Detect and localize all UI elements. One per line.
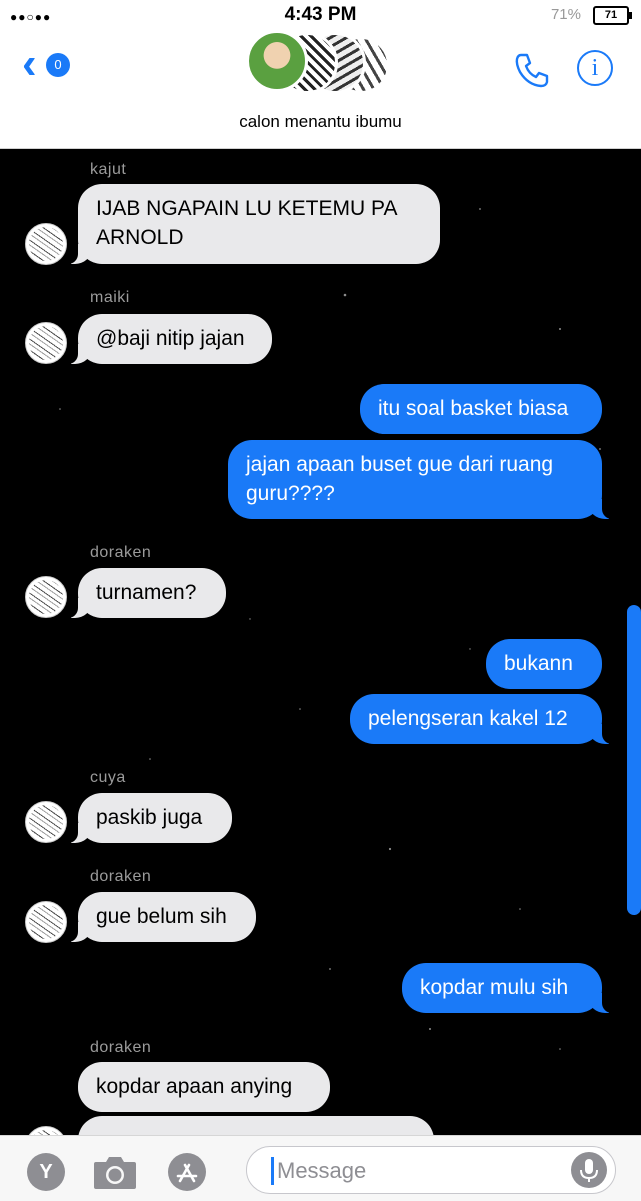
sender-avatar: [25, 322, 67, 364]
incoming-message-partial[interactable]: [78, 1116, 434, 1135]
incoming-message[interactable]: IJAB NGAPAIN LU KETEMU PA ARNOLD: [68, 184, 440, 264]
app-store-icon: [176, 1163, 198, 1183]
conversation-header: ●●○●● 4:43 PM 71% 71 ‹ 0 calon menantu i…: [0, 0, 641, 149]
message-placeholder: Message: [277, 1158, 367, 1183]
apps-button[interactable]: Y: [27, 1153, 65, 1191]
phone-call-button[interactable]: [512, 50, 552, 90]
dictation-button[interactable]: [571, 1152, 607, 1188]
chat-title[interactable]: calon menantu ibumu: [0, 112, 641, 132]
sender-name: cuya: [90, 769, 126, 786]
text-caret: [271, 1157, 274, 1185]
sender-avatar: [25, 223, 67, 265]
status-time: 4:43 PM: [284, 4, 357, 25]
app-store-button[interactable]: [168, 1153, 206, 1191]
outgoing-message[interactable]: itu soal basket biasa: [360, 384, 602, 434]
battery-icon: 71: [593, 6, 632, 25]
sender-avatar: [25, 576, 67, 618]
info-button[interactable]: i: [577, 50, 613, 86]
composer-bar: Y Message: [0, 1135, 641, 1201]
back-chevron-icon: ‹: [22, 39, 37, 88]
sender-name: doraken: [90, 544, 152, 561]
unread-count-badge: 0: [46, 53, 70, 77]
camera-button[interactable]: [92, 1154, 138, 1190]
group-avatars[interactable]: [246, 30, 396, 102]
back-button[interactable]: ‹ 0: [22, 42, 82, 88]
outgoing-message[interactable]: bukann: [486, 639, 602, 689]
camera-icon: [94, 1157, 136, 1189]
incoming-message[interactable]: @baji nitip jajan: [68, 314, 272, 364]
group-member-avatar: [246, 30, 308, 92]
sender-name: doraken: [90, 868, 152, 885]
sender-avatar: [25, 901, 67, 943]
sender-name: kajut: [90, 161, 127, 178]
outgoing-message[interactable]: pelengseran kakel 12: [350, 694, 612, 744]
outgoing-message[interactable]: jajan apaan buset gue dari ruang guru???…: [228, 440, 612, 519]
scrollbar[interactable]: [627, 605, 641, 915]
incoming-message[interactable]: turnamen?: [68, 568, 226, 618]
incoming-message[interactable]: gue belum sih: [68, 892, 256, 942]
message-input[interactable]: Message: [246, 1146, 616, 1194]
incoming-message[interactable]: kopdar apaan anying: [78, 1062, 330, 1112]
incoming-message[interactable]: paskib juga: [68, 793, 232, 843]
status-bar: ●●○●● 4:43 PM 71% 71: [0, 0, 641, 32]
phone-icon: [515, 53, 549, 88]
battery-percent: 71%: [550, 6, 581, 23]
sender-name: maiki: [90, 289, 130, 306]
microphone-icon: [580, 1159, 598, 1182]
message-thread[interactable]: kajut IJAB NGAPAIN LU KETEMU PA ARNOLD m…: [0, 149, 641, 1135]
info-icon: i: [591, 55, 599, 81]
sender-name: doraken: [90, 1039, 152, 1056]
outgoing-message[interactable]: kopdar mulu sih: [402, 963, 612, 1013]
sender-avatar: [25, 801, 67, 843]
